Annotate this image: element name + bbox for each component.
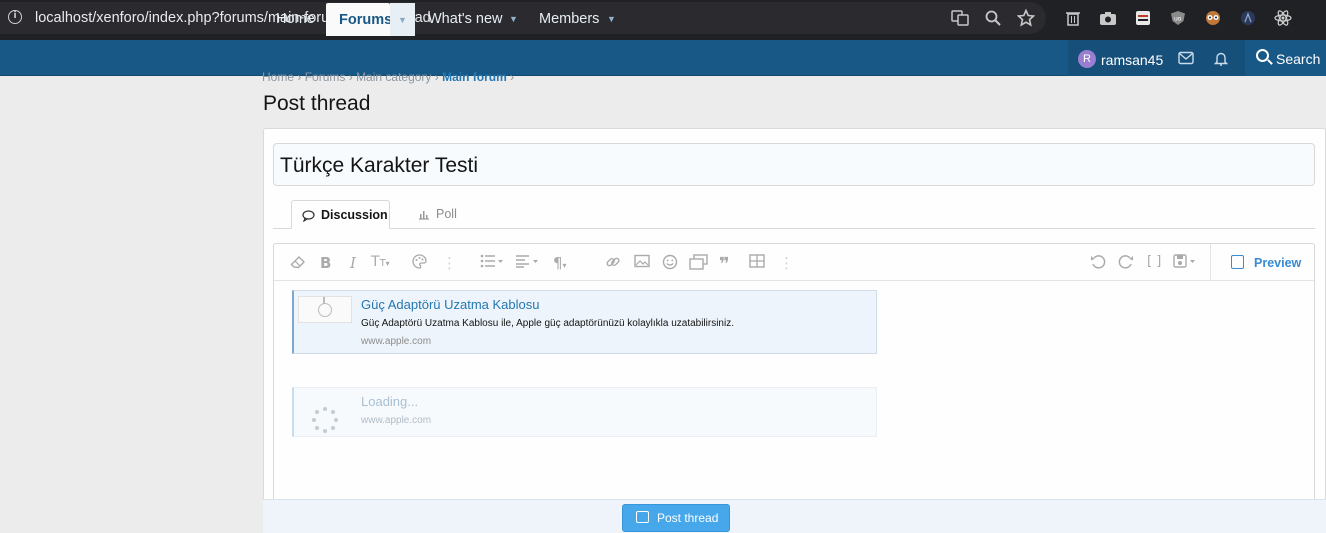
preview-icon[interactable]: [1231, 255, 1244, 269]
breadcrumb: Home › Forums › Main category › Main for…: [262, 70, 515, 84]
color-palette-icon[interactable]: [412, 254, 427, 273]
bell-icon[interactable]: [1213, 51, 1229, 70]
unfurl-domain: www.apple.com: [361, 336, 432, 347]
more-insert-options-icon[interactable]: ⋮: [779, 254, 794, 272]
more-text-options-icon[interactable]: ⋮: [442, 254, 457, 272]
image-icon[interactable]: [634, 254, 650, 272]
translate-icon[interactable]: [950, 8, 970, 28]
extension-owl-icon[interactable]: [1203, 8, 1223, 28]
site-info-icon[interactable]: i: [8, 10, 22, 24]
unfurl-description: Güç Adaptörü Uzatma Kablosu ile, Apple g…: [361, 318, 734, 329]
nav-forums[interactable]: Forums: [326, 3, 392, 36]
forums-dropdown-icon[interactable]: ▼: [390, 3, 415, 36]
preview-button[interactable]: Preview: [1254, 256, 1301, 270]
page-title: Post thread: [263, 92, 371, 115]
extension-camera-icon[interactable]: [1098, 8, 1118, 28]
text-size-icon[interactable]: TT▾: [371, 254, 390, 270]
list-icon[interactable]: [480, 254, 504, 272]
unfurl-title[interactable]: Güç Adaptörü Uzatma Kablosu: [361, 297, 540, 312]
undo-icon[interactable]: [1090, 254, 1106, 274]
redo-icon[interactable]: [1118, 254, 1134, 274]
smilie-icon[interactable]: [662, 254, 678, 274]
extension-circle-icon[interactable]: [1238, 8, 1258, 28]
breadcrumb-home[interactable]: Home: [262, 70, 294, 84]
loading-spinner-icon: [312, 407, 338, 433]
quote-icon[interactable]: ❞: [719, 254, 730, 275]
form-footer: [263, 499, 1326, 533]
drafts-icon[interactable]: [1173, 254, 1197, 272]
clear-format-icon[interactable]: [290, 254, 306, 274]
poll-icon: [418, 200, 430, 223]
cable-thumbnail-icon: [318, 303, 332, 317]
extension-trash-icon[interactable]: [1063, 8, 1083, 28]
media-icon[interactable]: [689, 254, 709, 274]
paragraph-icon[interactable]: ¶▾: [553, 254, 567, 272]
extension-react-icon[interactable]: [1273, 8, 1293, 28]
bold-icon[interactable]: B: [320, 254, 331, 272]
search-icon[interactable]: [1256, 49, 1269, 62]
bookmark-star-icon[interactable]: [1016, 8, 1036, 28]
italic-icon[interactable]: I: [350, 254, 356, 272]
message-editor[interactable]: [273, 243, 1315, 503]
tab-discussion[interactable]: Discussion: [291, 200, 390, 229]
nav-whats-new[interactable]: What's new: [428, 0, 503, 36]
link-icon[interactable]: [605, 254, 621, 274]
table-icon[interactable]: [749, 254, 765, 272]
username-link[interactable]: ramsan45: [1101, 52, 1163, 68]
nav-members[interactable]: Members: [539, 0, 599, 36]
breadcrumb-main-forum[interactable]: Main forum: [442, 70, 507, 84]
unfurl-loading-domain: www.apple.com: [361, 415, 432, 426]
members-dropdown-icon[interactable]: ▼: [607, 0, 616, 36]
align-icon[interactable]: [515, 254, 539, 272]
tab-poll[interactable]: Poll: [418, 200, 457, 229]
post-thread-edit-icon[interactable]: [636, 511, 649, 523]
thread-title-input[interactable]: Türkçe Karakter Testi: [273, 143, 1315, 186]
zoom-icon[interactable]: [983, 8, 1003, 28]
extension-ublock-icon[interactable]: uo: [1168, 8, 1188, 28]
inbox-icon[interactable]: [1178, 51, 1194, 69]
unfurl-loading-title: Loading...: [361, 394, 419, 409]
discussion-icon: [302, 201, 315, 225]
whats-new-dropdown-icon[interactable]: ▼: [509, 0, 518, 36]
breadcrumb-forums[interactable]: Forums: [305, 70, 346, 84]
svg-text:uo: uo: [1174, 16, 1182, 23]
bbcode-toggle-icon[interactable]: [ ]: [1147, 254, 1161, 269]
breadcrumb-main-category[interactable]: Main category: [356, 70, 431, 84]
toolbar-separator: [1210, 244, 1211, 281]
avatar[interactable]: R: [1078, 50, 1096, 68]
nav-home[interactable]: Home: [276, 0, 315, 36]
extension-reader-icon[interactable]: [1133, 8, 1153, 28]
search-label[interactable]: Search: [1276, 51, 1320, 67]
